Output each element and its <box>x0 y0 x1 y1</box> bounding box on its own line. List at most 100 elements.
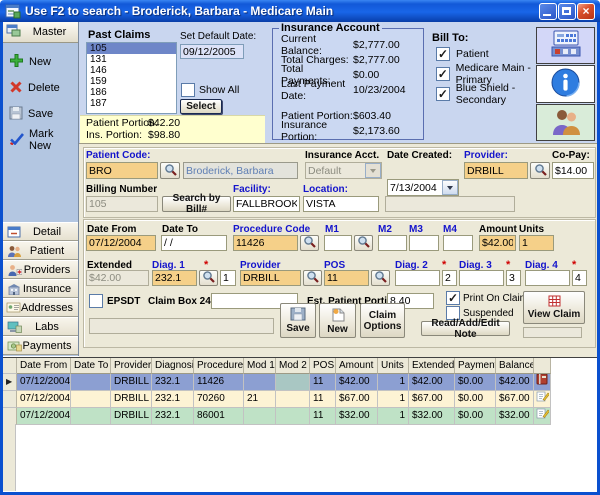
m1-field[interactable] <box>324 235 352 251</box>
grid-cell-provider[interactable]: DRBILL <box>111 374 152 391</box>
grid-cell-payments[interactable]: $0.00 <box>455 391 496 408</box>
view-claim-button[interactable]: View Claim <box>523 291 585 324</box>
grid-cell-mod1[interactable] <box>244 374 276 391</box>
title-bar[interactable]: Use F2 to search - Broderick, Barbara - … <box>0 0 600 22</box>
sidebar-action-new[interactable]: New <box>9 52 51 72</box>
m3-field[interactable] <box>409 235 439 251</box>
row-note-cell[interactable] <box>534 374 551 391</box>
grid-cell-date_to[interactable] <box>71 391 111 408</box>
grid-col-header-balance[interactable]: Balance <box>496 358 534 374</box>
diag3-pointer-field[interactable] <box>506 270 521 286</box>
provider-lookup-button[interactable] <box>530 162 550 179</box>
m1-lookup-button[interactable] <box>354 235 373 251</box>
grid-cell-payments[interactable]: $0.00 <box>455 374 496 391</box>
sidebar-item-payments[interactable]: Payments <box>3 336 78 355</box>
past-claim-item[interactable]: 131 <box>87 54 176 65</box>
grid-col-header-provider[interactable]: Provider <box>111 358 152 374</box>
grid-cell-date_to[interactable] <box>71 374 111 391</box>
sidebar-item-patient[interactable]: Patient <box>3 241 78 260</box>
units-field[interactable] <box>519 235 554 251</box>
show-all-checkbox[interactable] <box>181 83 195 97</box>
pos-lookup-button[interactable] <box>371 270 390 286</box>
row-selector-cell[interactable]: ▶ <box>3 374 17 391</box>
grid-cell-procedure[interactable]: 70260 <box>194 391 244 408</box>
bill-to-checkbox[interactable] <box>436 47 450 61</box>
bill-to-checkbox[interactable] <box>436 87 450 101</box>
grid-cell-pos[interactable]: 11 <box>310 374 336 391</box>
grid-cell-pos[interactable]: 11 <box>310 391 336 408</box>
grid-cell-procedure[interactable]: 11426 <box>194 374 244 391</box>
grid-col-header-payments[interactable]: Payments <box>455 358 496 374</box>
grid-cell-balance[interactable]: $32.00 <box>496 408 534 425</box>
past-claim-item[interactable]: 159 <box>87 76 176 87</box>
save-claim-button[interactable]: Save <box>280 303 316 338</box>
provider-line-lookup-button[interactable] <box>303 270 322 286</box>
table-row[interactable]: 07/12/2004DRBILL232.1702602111$67.001$67… <box>3 391 597 408</box>
grid-col-header-amount[interactable]: Amount <box>336 358 378 374</box>
sidebar-item-addresses[interactable]: Addresses <box>3 298 78 317</box>
provider-field[interactable] <box>464 162 528 179</box>
row-selector-cell[interactable] <box>3 408 17 425</box>
patients-button[interactable] <box>536 104 595 141</box>
m4-field[interactable] <box>443 235 473 251</box>
pos-field[interactable] <box>324 270 369 286</box>
grid-cell-mod1[interactable] <box>244 408 276 425</box>
set-default-date-field[interactable] <box>180 44 244 59</box>
new-claim-button[interactable]: New <box>319 303 356 338</box>
date-to-field[interactable] <box>161 235 227 251</box>
grid-cell-date_from[interactable]: 07/12/2004 <box>17 408 71 425</box>
grid-cell-balance[interactable]: $42.00 <box>496 374 534 391</box>
row-note-cell[interactable] <box>534 391 551 408</box>
procedure-code-field[interactable] <box>233 235 298 251</box>
select-button[interactable]: Select <box>180 99 222 114</box>
grid-cell-extended[interactable]: $42.00 <box>409 374 455 391</box>
grid-col-header-mod1[interactable]: Mod 1 <box>244 358 276 374</box>
row-note-cell[interactable] <box>534 408 551 425</box>
sidebar-action-save[interactable]: Save <box>9 104 53 124</box>
grid-col-header-extended[interactable]: Extended <box>409 358 455 374</box>
print-on-claim-checkbox[interactable] <box>446 291 460 305</box>
grid-cell-mod2[interactable] <box>276 391 310 408</box>
row-selector-cell[interactable] <box>3 391 17 408</box>
grid-col-header-date_to[interactable]: Date To <box>71 358 111 374</box>
billing-register-button[interactable] <box>536 27 595 64</box>
past-claim-item[interactable]: 105 <box>87 43 176 54</box>
diag1-field[interactable] <box>152 270 197 286</box>
grid-cell-amount[interactable]: $32.00 <box>336 408 378 425</box>
diag4-pointer-field[interactable] <box>572 270 587 286</box>
diag2-field[interactable] <box>395 270 440 286</box>
grid-cell-mod2[interactable] <box>276 374 310 391</box>
grid-cell-pos[interactable]: 11 <box>310 408 336 425</box>
grid-col-header-procedure[interactable]: Procedure <box>194 358 244 374</box>
diag1-pointer-field[interactable] <box>220 270 236 286</box>
maximize-button[interactable] <box>558 3 576 20</box>
grid-cell-date_to[interactable] <box>71 408 111 425</box>
insurance-acct-combo[interactable] <box>305 162 382 179</box>
grid-cell-diagnosis[interactable]: 232.1 <box>152 374 194 391</box>
sidebar-item-detail[interactable]: Detail <box>3 222 78 241</box>
table-row[interactable]: ▶07/12/2004DRBILL232.11142611$42.001$42.… <box>3 374 597 391</box>
sidebar-item-providers[interactable]: Providers <box>3 260 78 279</box>
close-button[interactable]: × <box>577 3 595 20</box>
grid-cell-provider[interactable]: DRBILL <box>111 408 152 425</box>
table-row[interactable]: 07/12/2004DRBILL232.18600111$32.001$32.0… <box>3 408 597 425</box>
diag1-lookup-button[interactable] <box>199 270 218 286</box>
procedure-code-lookup-button[interactable] <box>300 235 319 251</box>
past-claims-listbox[interactable]: 105131146159186187 <box>86 42 177 114</box>
claim-options-button[interactable]: Claim Options <box>360 303 405 338</box>
m2-field[interactable] <box>378 235 407 251</box>
grid-cell-balance[interactable]: $67.00 <box>496 391 534 408</box>
grid-cell-provider[interactable]: DRBILL <box>111 391 152 408</box>
diag3-field[interactable] <box>459 270 504 286</box>
grid-cell-amount[interactable]: $42.00 <box>336 374 378 391</box>
amount-field[interactable] <box>479 235 516 251</box>
grid-col-header-mod2[interactable]: Mod 2 <box>276 358 310 374</box>
grid-cell-diagnosis[interactable]: 232.1 <box>152 391 194 408</box>
grid-cell-mod1[interactable]: 21 <box>244 391 276 408</box>
grid-cell-diagnosis[interactable]: 232.1 <box>152 408 194 425</box>
patient-code-lookup-button[interactable] <box>160 162 180 179</box>
co-pay-field[interactable] <box>552 162 594 179</box>
sidebar-action-mark-new[interactable]: Mark New <box>9 130 78 150</box>
facility-field[interactable] <box>233 196 300 212</box>
grid-cell-date_from[interactable]: 07/12/2004 <box>17 391 71 408</box>
